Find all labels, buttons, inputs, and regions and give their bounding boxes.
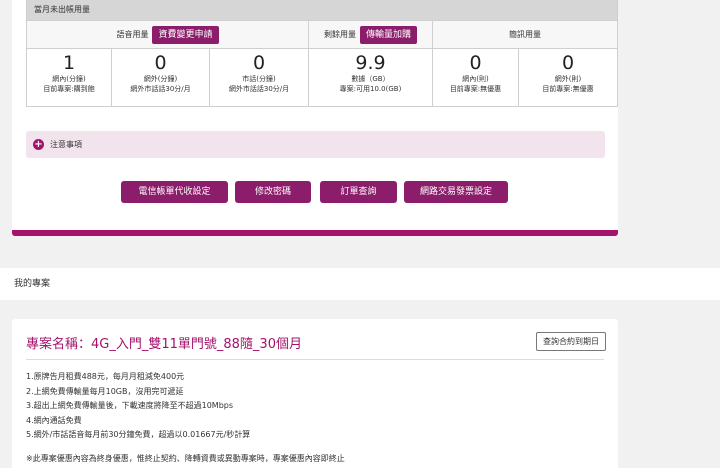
data-usage-category: 剩餘用量 傳輸量加購 [309,21,433,48]
voice-usage-category: 語音用量 資費變更申請 [27,21,309,48]
plan-detail-item: 1.原牌告月租費488元，每月月租減免400元 [26,372,185,381]
plan-detail-item: 4.網內通話免費 [26,415,82,425]
usage-desc: 目前專案:無優惠 [449,85,502,93]
usage-value: 0 [252,52,266,74]
usage-unit: 網內(則) [462,75,489,83]
order-query-button[interactable]: 訂單查詢 [320,181,397,203]
usage-value: 1 [62,52,76,74]
plan-detail-item: 5.網外/市話語音每月前30分鐘免費，超過以0.01667元/秒計算 [26,430,251,439]
plan-note: ※此專案優惠內容為終身優惠，惟終止契約、降轉資費或異動專案時，專案優惠內容即終止 [26,454,345,463]
usage-desc: 目前專案:購到飽 [43,85,95,93]
change-password-button[interactable]: 修改密碼 [235,181,311,203]
notice-label: 注意事項 [50,140,82,149]
sms-usage-label: 簡訊用量 [509,30,541,39]
usage-category-row: 語音用量 資費變更申請 剩餘用量 傳輸量加購 簡訊用量 [27,20,617,49]
usage-value: 9.9 [355,52,386,74]
contract-expiry-button[interactable]: 查詢合約到期日 [536,332,606,351]
usage-unit: 網外(分鐘) [143,75,178,83]
usage-desc: 目前專案:無優惠 [542,85,594,93]
usage-cell: 0 網內(則) 目前專案:無優惠 [433,49,519,106]
usage-desc: 網外市話話30分/月 [228,85,290,93]
usage-unit: 市話(分鐘) [242,75,276,83]
usage-desc: 專案:可用10.0(GB) [339,85,402,93]
section-title: 我的專案 [14,279,51,289]
plan-detail-item: 3.超出上網免費傳輸量後，下載速度將降至不超過10Mbps [26,401,234,410]
billing-setting-button[interactable]: 電信帳單代收設定 [121,181,228,203]
plan-name: 專案名稱：4G_入門_雙11單門號_88隨_30個月 [26,337,302,352]
usage-unit: 網外(則) [554,75,582,83]
data-addon-button[interactable]: 傳輸量加購 [359,25,417,44]
section-title-bar: 我的專案 [0,268,720,300]
sms-usage-category: 簡訊用量 [433,21,617,48]
plan-change-button[interactable]: 資費變更申請 [152,25,219,44]
data-usage-label: 剩餘用量 [323,30,356,39]
usage-desc: 網外市話話30分/月 [130,85,191,93]
plan-details: 1.原牌告月租費488元，每月月租減免400元 2.上網免費傳輸量每月10GB，… [26,370,250,443]
plan-card: 專案名稱：4G_入門_雙11單門號_88隨_30個月 查詢合約到期日 1.原牌告… [12,319,618,468]
usage-unit: 數據（GB） [351,75,390,83]
usage-cell: 9.9 數據（GB） 專案:可用10.0(GB) [309,49,433,106]
invoice-setting-button[interactable]: 網路交易發票設定 [404,181,508,203]
usage-value: 0 [154,52,167,74]
usage-header: 當月未出帳用量 [27,0,617,20]
usage-unit: 網內(分鐘) [52,75,86,83]
divider [26,359,604,360]
usage-table: 當月未出帳用量 語音用量 資費變更申請 剩餘用量 傳輸量加購 簡訊用量 1 網內… [26,0,618,107]
action-buttons: 電信帳單代收設定 修改密碼 訂單查詢 網路交易發票設定 [0,181,630,203]
plus-circle-icon: + [33,139,44,150]
plan-detail-item: 2.上網免費傳輸量每月10GB，沒用完可遞延 [26,386,184,396]
usage-cell: 1 網內(分鐘) 目前專案:購到飽 [27,49,112,106]
usage-cell: 0 網外(則) 目前專案:無優惠 [519,49,617,106]
usage-value: 0 [561,52,575,74]
usage-cell: 0 市話(分鐘) 網外市話話30分/月 [210,49,309,106]
usage-value: 0 [469,52,482,74]
voice-usage-label: 語音用量 [116,30,149,39]
usage-values-row: 1 網內(分鐘) 目前專案:購到飽 0 網外(分鐘) 網外市話話30分/月 0 … [27,49,617,106]
usage-cell: 0 網外(分鐘) 網外市話話30分/月 [112,49,210,106]
notice-toggle[interactable]: + 注意事項 [26,131,605,158]
